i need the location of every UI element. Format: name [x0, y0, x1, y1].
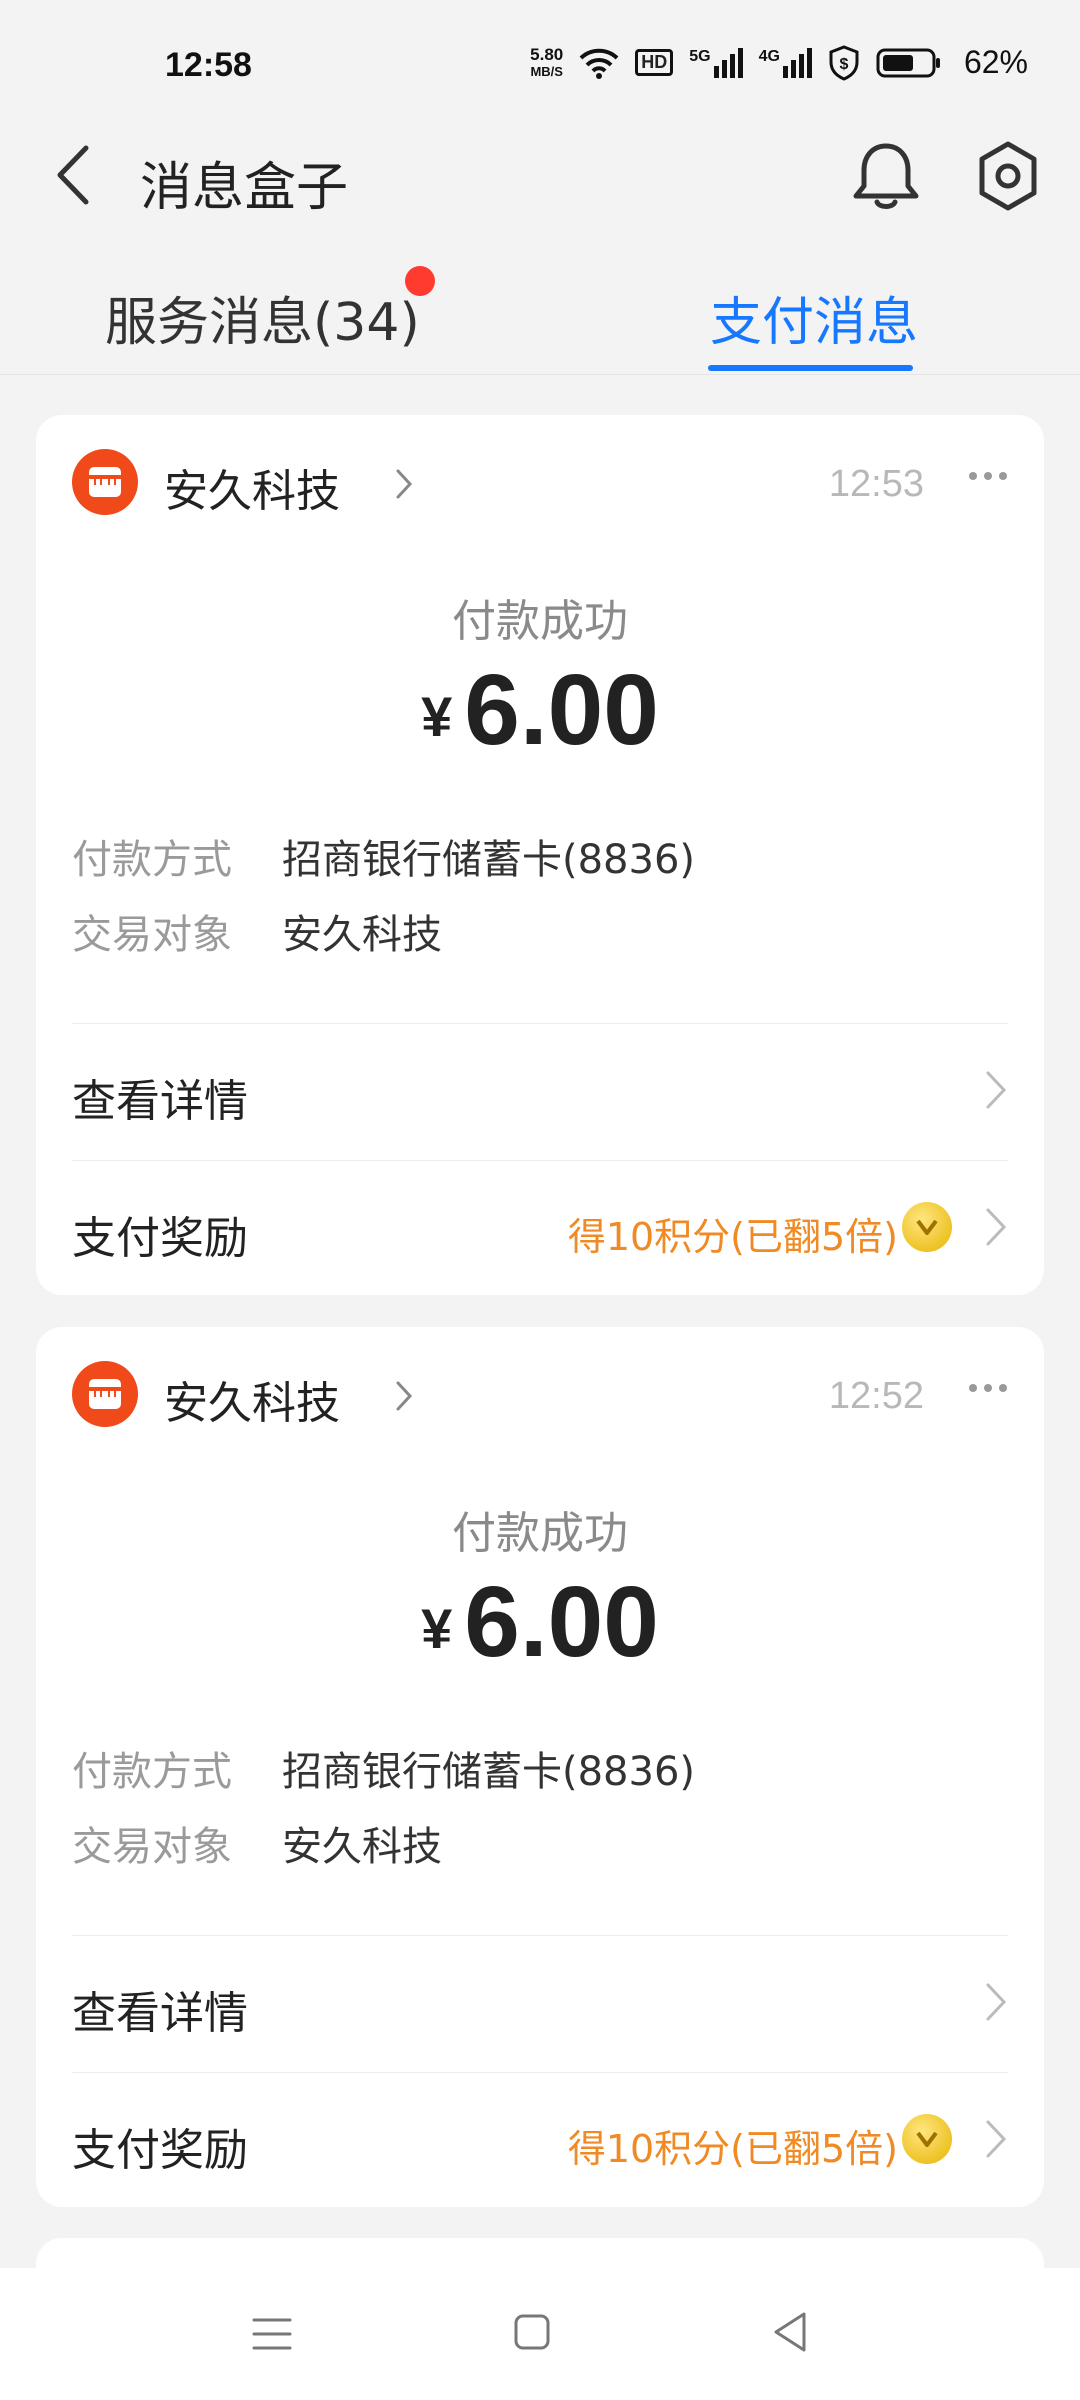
- payment-method-row: 付款方式 招商银行储蓄卡(8836): [72, 827, 695, 885]
- signal-5g-icon: 5G: [689, 47, 743, 78]
- svg-text:$: $: [840, 56, 849, 73]
- view-details-row[interactable]: 查看详情: [72, 1025, 1008, 1155]
- chevron-right-icon[interactable]: [394, 1379, 414, 1413]
- battery-icon: [876, 48, 940, 77]
- message-time: 12:53: [828, 463, 924, 505]
- counterparty-value: 安久科技: [282, 1824, 442, 1870]
- reward-value: 得10积分(已翻5倍): [567, 1215, 898, 1259]
- shield-dollar-icon: $: [829, 44, 859, 81]
- system-nav-bar: [0, 2268, 1080, 2400]
- page-title: 消息盒子: [140, 158, 349, 218]
- store-icon: [89, 1379, 121, 1409]
- divider: [72, 1935, 1008, 1936]
- payment-method-label: 付款方式: [72, 837, 232, 883]
- payment-reward-row[interactable]: 支付奖励 得10积分(已翻5倍): [72, 2074, 1008, 2204]
- unread-dot: [405, 266, 435, 296]
- currency-symbol: ¥: [421, 1597, 453, 1660]
- home-square-icon[interactable]: [512, 2312, 552, 2352]
- counterparty-label: 交易对象: [72, 912, 232, 958]
- card-header: 安久科技 12:53: [72, 449, 1008, 519]
- payment-amount: ¥6.00: [36, 653, 1044, 768]
- counterparty-row: 交易对象 安久科技: [72, 1814, 442, 1872]
- view-details-label: 查看详情: [72, 1988, 248, 2039]
- divider: [72, 1160, 1008, 1161]
- counterparty-value: 安久科技: [282, 912, 442, 958]
- member-v-badge-icon: [902, 1202, 952, 1252]
- signal-4g-icon: 4G: [759, 47, 812, 78]
- message-time: 12:52: [828, 1375, 924, 1417]
- payment-message-card: 安久科技 12:52 付款成功 ¥6.00 付款方式 招商银行储蓄卡(8836)…: [36, 1327, 1044, 2207]
- tab-payment-messages[interactable]: 支付消息: [710, 280, 918, 355]
- counterparty-row: 交易对象 安久科技: [72, 902, 442, 960]
- member-v-badge-icon: [902, 2114, 952, 2164]
- shop-avatar[interactable]: [72, 449, 138, 515]
- reward-value: 得10积分(已翻5倍): [567, 2127, 898, 2171]
- back-triangle-icon[interactable]: [770, 2310, 810, 2354]
- payment-amount: ¥6.00: [36, 1565, 1044, 1680]
- status-icons: 5.80 MB/S HD 5G 4G $ 62%: [530, 44, 1028, 81]
- tab-service-messages[interactable]: 服务消息(34): [105, 280, 420, 355]
- counterparty-label: 交易对象: [72, 1824, 232, 1870]
- payment-message-card: 安久科技 12:53 付款成功 ¥6.00 付款方式 招商银行储蓄卡(8836)…: [36, 415, 1044, 1295]
- divider: [72, 2072, 1008, 2073]
- payment-method-label: 付款方式: [72, 1749, 232, 1795]
- wifi-icon: [579, 48, 619, 79]
- payment-method-row: 付款方式 招商银行储蓄卡(8836): [72, 1739, 695, 1797]
- active-tab-indicator: [708, 365, 913, 371]
- back-icon[interactable]: [48, 140, 98, 210]
- more-icon[interactable]: [968, 471, 1008, 481]
- view-details-label: 查看详情: [72, 1076, 248, 1127]
- payment-reward-label: 支付奖励: [72, 2125, 248, 2176]
- payment-status: 付款成功: [452, 596, 628, 647]
- chevron-right-icon[interactable]: [394, 467, 414, 501]
- chevron-right-icon: [986, 1208, 1007, 1246]
- amount-value: 6.00: [464, 654, 659, 766]
- hd-badge: HD: [635, 49, 674, 76]
- amount-value: 6.00: [464, 1566, 659, 1678]
- shop-name[interactable]: 安久科技: [164, 1367, 340, 1431]
- store-icon: [89, 467, 121, 497]
- net-speed: 5.80 MB/S: [530, 44, 564, 79]
- shop-name[interactable]: 安久科技: [164, 455, 340, 519]
- payment-method-value: 招商银行储蓄卡(8836): [282, 1749, 696, 1795]
- recents-menu-icon[interactable]: [252, 2314, 292, 2354]
- chevron-right-icon: [986, 1071, 1007, 1109]
- tab-bar: 服务消息(34) 支付消息: [0, 250, 1080, 375]
- chevron-right-icon: [986, 1983, 1007, 2021]
- status-time: 12:58: [165, 46, 252, 84]
- payment-reward-label: 支付奖励: [72, 1213, 248, 1264]
- shop-avatar[interactable]: [72, 1361, 138, 1427]
- payment-status: 付款成功: [452, 1508, 628, 1559]
- view-details-row[interactable]: 查看详情: [72, 1937, 1008, 2067]
- currency-symbol: ¥: [421, 685, 453, 748]
- status-bar: 12:58 5.80 MB/S HD 5G 4G $ 62%: [0, 0, 1080, 130]
- divider: [72, 1023, 1008, 1024]
- chevron-right-icon: [986, 2120, 1007, 2158]
- bell-icon[interactable]: [850, 140, 922, 212]
- payment-method-value: 招商银行储蓄卡(8836): [282, 837, 696, 883]
- gear-icon[interactable]: [974, 140, 1042, 212]
- payment-reward-row[interactable]: 支付奖励 得10积分(已翻5倍): [72, 1162, 1008, 1292]
- battery-percent: 62%: [963, 44, 1028, 80]
- card-header: 安久科技 12:52: [72, 1361, 1008, 1431]
- more-icon[interactable]: [968, 1383, 1008, 1393]
